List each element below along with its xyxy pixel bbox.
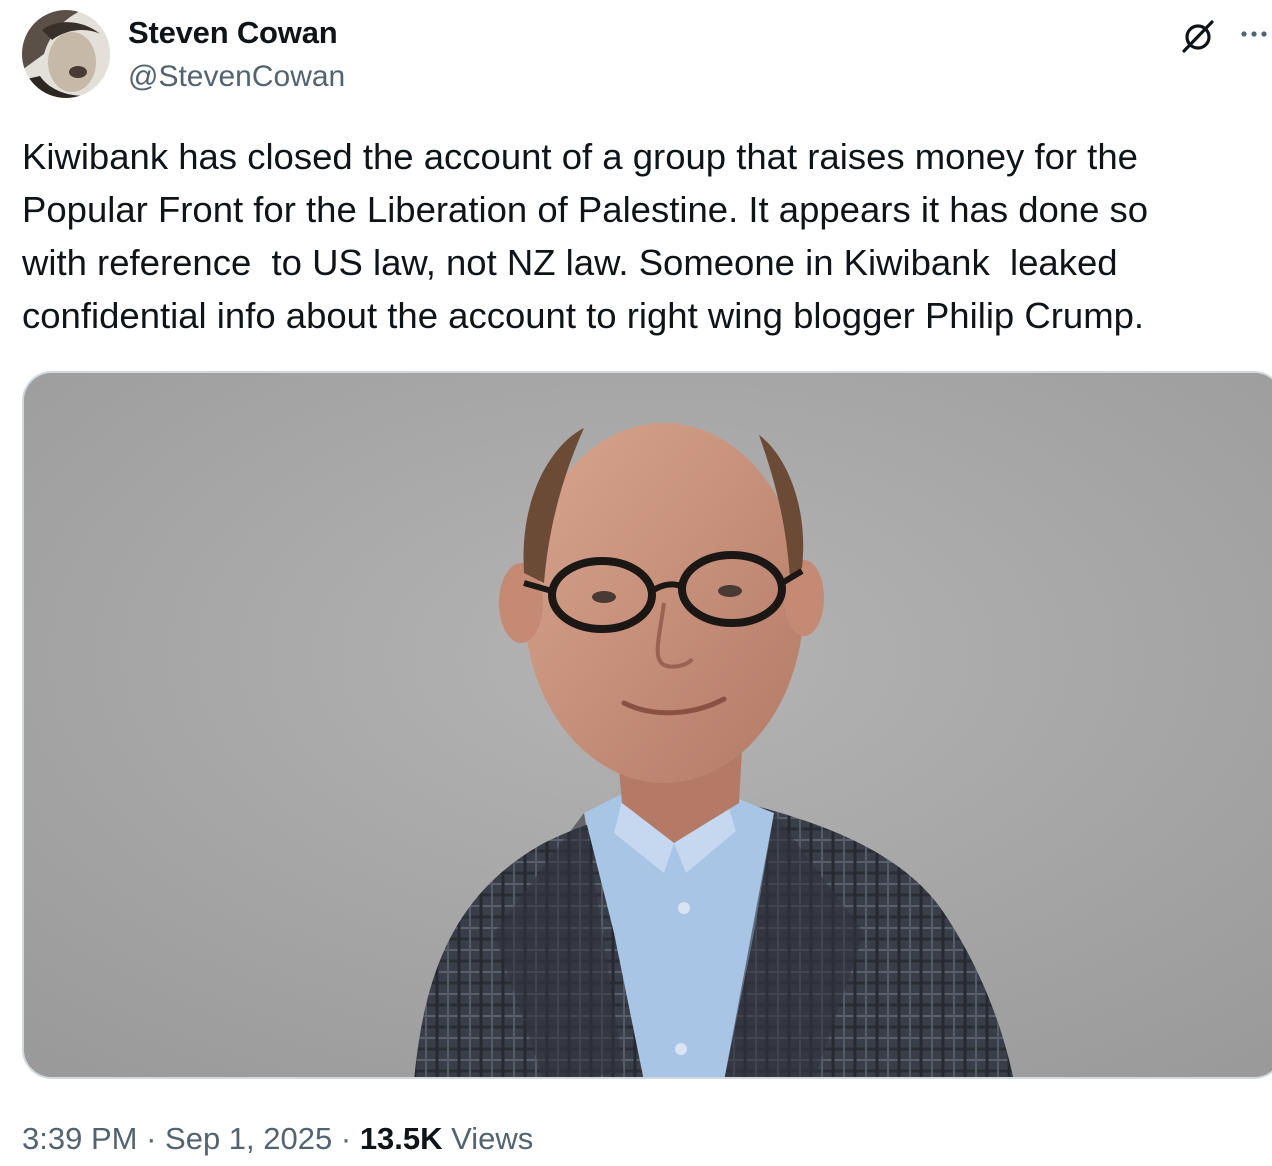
meta-separator: · [146, 1121, 157, 1156]
tweet-text: Kiwibank has closed the account of a gro… [22, 136, 1149, 336]
tweet-date[interactable]: Sep 1, 2025 [165, 1121, 332, 1156]
portrait-photo [24, 373, 1272, 1077]
author-display-name[interactable]: Steven Cowan [128, 14, 338, 52]
author-handle[interactable]: @StevenCowan [128, 58, 345, 96]
avatar-image [22, 10, 110, 98]
views-label: Views [451, 1121, 534, 1156]
tweet-time[interactable]: 3:39 PM [22, 1121, 137, 1156]
views-count: 13.5K [359, 1121, 443, 1156]
meta-separator: · [340, 1121, 352, 1156]
tweet-meta: 3:39 PM · Sep 1, 2025 · 13.5K Views [22, 1118, 533, 1160]
avatar[interactable] [22, 10, 110, 98]
grok-icon[interactable] [1178, 16, 1218, 56]
more-options-icon[interactable] [1236, 18, 1272, 54]
tweet-photo[interactable] [22, 371, 1272, 1079]
